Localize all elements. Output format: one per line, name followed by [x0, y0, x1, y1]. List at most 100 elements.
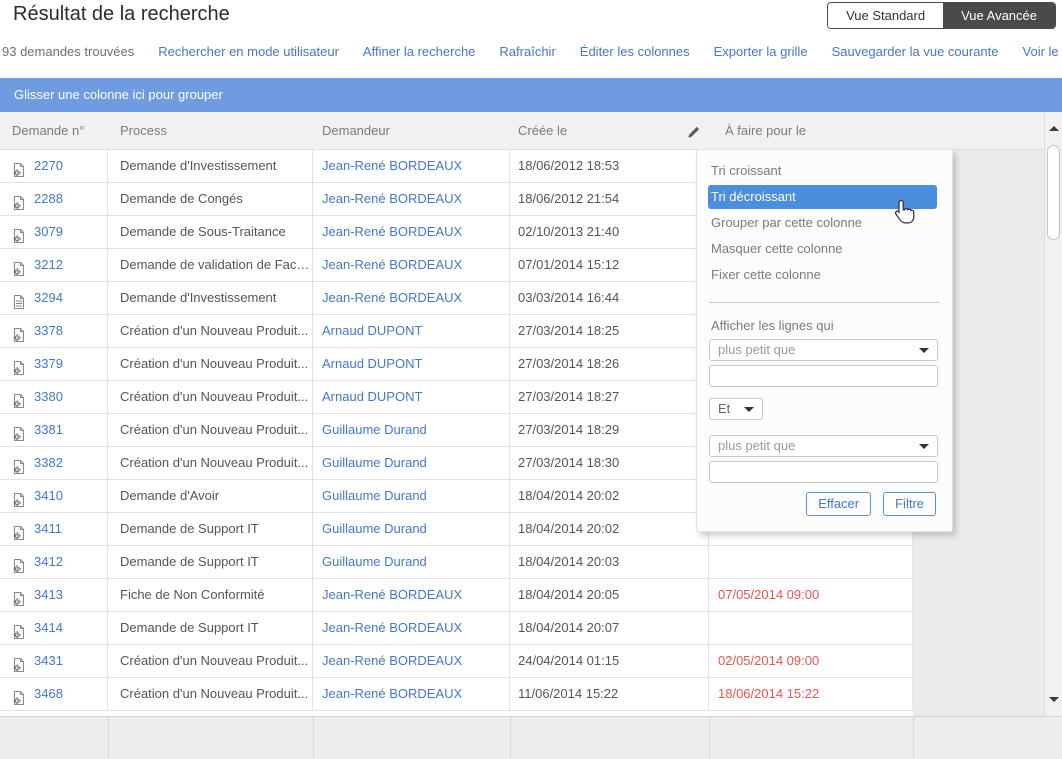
header-row: Demande n°ProcessDemandeurCréée leÀ fair… [0, 112, 1044, 150]
requester-link[interactable]: Guillaume Durand [322, 455, 427, 470]
due-date-cell [709, 612, 913, 645]
request-id-link[interactable]: 3381 [34, 414, 63, 446]
request-id-link[interactable]: 2288 [34, 183, 63, 215]
filter-operator-1-value: plus petit que [718, 342, 795, 357]
toolbar-link[interactable]: Rechercher en mode utilisateur [158, 44, 339, 59]
request-id-cell: 3382 [0, 447, 108, 480]
requester-cell: Guillaume Durand [313, 447, 510, 480]
document-gear-icon [11, 686, 27, 702]
toolbar-link[interactable]: Sauvegarder la vue courante [832, 44, 999, 59]
requester-link[interactable]: Jean-René BORDEAUX [322, 620, 462, 635]
toolbar-link[interactable]: Éditer les colonnes [580, 44, 690, 59]
toolbar: 93 demandes trouvées Rechercher en mode … [2, 44, 1062, 59]
group-drop-zone[interactable]: Glisser une colonne ici pour grouper [0, 78, 1062, 112]
requester-link[interactable]: Arnaud DUPONT [322, 389, 422, 404]
request-id-link[interactable]: 3468 [34, 678, 63, 710]
request-id-link[interactable]: 3412 [34, 546, 63, 578]
column-header[interactable]: Créée le [510, 112, 709, 149]
created-date-cell: 02/10/2013 21:40 [510, 216, 709, 249]
request-id-link[interactable]: 3378 [34, 315, 63, 347]
request-id-link[interactable]: 3294 [34, 282, 63, 314]
request-id-link[interactable]: 3379 [34, 348, 63, 380]
requester-link[interactable]: Jean-René BORDEAUX [322, 653, 462, 668]
toolbar-links: Rechercher en mode utilisateur Affiner la… [158, 44, 1062, 59]
requester-cell: Guillaume Durand [313, 513, 510, 546]
request-id-cell: 3414 [0, 612, 108, 645]
requester-cell: Jean-René BORDEAUX [313, 645, 510, 678]
toolbar-link[interactable]: Exporter la grille [714, 44, 808, 59]
filter-operator-2-select[interactable]: plus petit que [709, 435, 938, 457]
filter-conjunction-select[interactable]: Et [709, 398, 763, 420]
requester-link[interactable]: Jean-René BORDEAUX [322, 224, 462, 239]
footer-divider [313, 717, 314, 759]
requester-cell: Jean-René BORDEAUX [313, 183, 510, 216]
requester-link[interactable]: Jean-René BORDEAUX [322, 158, 462, 173]
request-id-link[interactable]: 2270 [34, 150, 63, 182]
request-id-link[interactable]: 3212 [34, 249, 63, 281]
process-cell: Création d'un Nouveau Produit... [108, 678, 313, 711]
column-header[interactable]: Process [108, 112, 313, 149]
document-gear-icon [11, 620, 27, 636]
requester-link[interactable]: Guillaume Durand [322, 521, 427, 536]
due-date-cell: 02/05/2014 09:00 [709, 645, 913, 678]
request-id-link[interactable]: 3410 [34, 480, 63, 512]
vue-avancee-button[interactable]: Vue Avancée [943, 3, 1055, 28]
column-header[interactable]: Demandeur [313, 112, 510, 149]
document-gear-icon [11, 389, 27, 405]
filter-operator-2-value: plus petit que [718, 438, 795, 453]
request-id-link[interactable]: 3079 [34, 216, 63, 248]
apply-filter-button[interactable]: Filtre [883, 492, 936, 516]
requester-cell: Jean-René BORDEAUX [313, 282, 510, 315]
menu-item[interactable]: Tri croissant [697, 158, 952, 184]
requester-link[interactable]: Jean-René BORDEAUX [322, 290, 462, 305]
menu-item[interactable]: Fixer cette colonne [697, 262, 952, 288]
toolbar-link[interactable]: Rafraîchir [499, 44, 555, 59]
process-cell: Création d'un Nouveau Produit... [108, 645, 313, 678]
requester-link[interactable]: Jean-René BORDEAUX [322, 587, 462, 602]
clear-filter-button[interactable]: Effacer [806, 492, 871, 516]
filter-value-2-input[interactable] [709, 461, 938, 483]
scrollbar-thumb[interactable] [1047, 145, 1060, 240]
requester-cell: Jean-René BORDEAUX [313, 579, 510, 612]
filter-operator-1-select[interactable]: plus petit que [709, 339, 938, 361]
column-header[interactable]: À faire pour le [709, 112, 913, 149]
scroll-down-icon[interactable] [1049, 697, 1059, 702]
created-date-cell: 07/01/2014 15:12 [510, 249, 709, 282]
requester-link[interactable]: Arnaud DUPONT [322, 323, 422, 338]
request-id-link[interactable]: 3382 [34, 447, 63, 479]
requester-link[interactable]: Guillaume Durand [322, 554, 427, 569]
requester-link[interactable]: Jean-René BORDEAUX [322, 191, 462, 206]
toolbar-link[interactable]: Voir le graphique [1023, 44, 1062, 59]
requester-link[interactable]: Guillaume Durand [322, 488, 427, 503]
page-title: Résultat de la recherche [13, 3, 230, 26]
scroll-up-icon[interactable] [1049, 126, 1059, 131]
requester-link[interactable]: Guillaume Durand [322, 422, 427, 437]
request-id-link[interactable]: 3414 [34, 612, 63, 644]
request-id-link[interactable]: 3431 [34, 645, 63, 677]
filter-value-1-input[interactable] [709, 365, 938, 387]
process-cell: Création d'un Nouveau Produit... [108, 414, 313, 447]
edit-column-pencil-icon[interactable] [687, 125, 701, 139]
requester-link[interactable]: Jean-René BORDEAUX [322, 686, 462, 701]
menu-item[interactable]: Masquer cette colonne [697, 236, 952, 262]
toolbar-link[interactable]: Affiner la recherche [363, 44, 476, 59]
vue-standard-button[interactable]: Vue Standard [828, 3, 943, 28]
view-toggle: Vue Standard Vue Avancée [827, 2, 1056, 29]
table-row: 3468 Création d'un Nouveau Produit... Je… [0, 678, 913, 711]
process-cell: Création d'un Nouveau Produit... [108, 447, 313, 480]
process-cell: Demande de Support IT [108, 546, 313, 579]
request-id-cell: 3411 [0, 513, 108, 546]
requester-link[interactable]: Arnaud DUPONT [322, 356, 422, 371]
process-cell: Demande de Sous-Traitance [108, 216, 313, 249]
created-date-cell: 27/03/2014 18:30 [510, 447, 709, 480]
request-id-link[interactable]: 3413 [34, 579, 63, 611]
created-date-cell: 18/04/2014 20:05 [510, 579, 709, 612]
request-id-link[interactable]: 3411 [34, 513, 62, 545]
process-cell: Demande d'Investissement [108, 150, 313, 183]
requester-link[interactable]: Jean-René BORDEAUX [322, 257, 462, 272]
vertical-scrollbar[interactable] [1044, 112, 1062, 716]
document-gear-icon [11, 158, 27, 174]
column-header[interactable]: Demande n° [0, 112, 108, 149]
request-id-cell: 3079 [0, 216, 108, 249]
request-id-link[interactable]: 3380 [34, 381, 63, 413]
